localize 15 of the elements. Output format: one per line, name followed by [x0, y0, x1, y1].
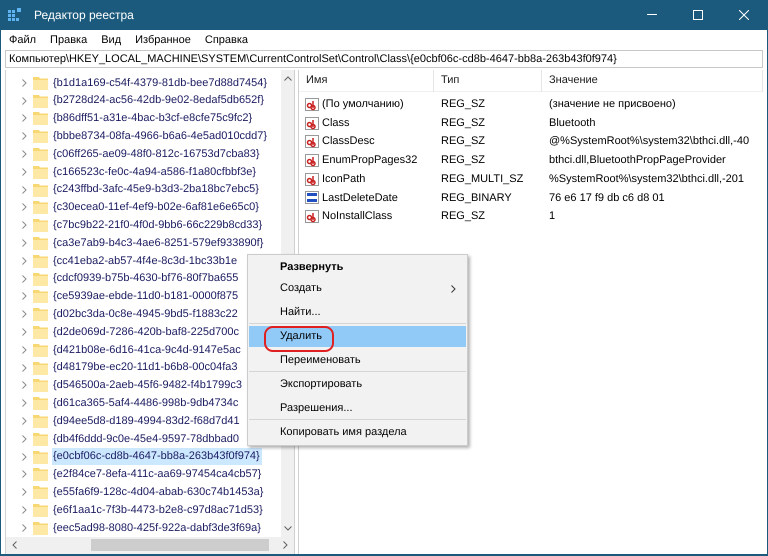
value-data: %SystemRoot%\system32\bthci.dll,-201 [549, 172, 744, 185]
window-title: Редактор реестра [34, 7, 134, 24]
value-type: REG_SZ [441, 210, 486, 222]
value-type: REG_MULTI_SZ [441, 172, 524, 185]
value-data: (значение не присвоено) [549, 98, 676, 110]
value-data: 76 e6 17 f9 db c6 d8 01 [549, 192, 665, 204]
value-data: bthci.dll,BluetoothPropPageProvider [549, 154, 726, 166]
value-type: REG_SZ [441, 135, 486, 148]
value-type: REG_SZ [441, 154, 486, 166]
value-data: @%SystemRoot%\system32\bthci.dll,-40 [549, 135, 750, 148]
value-type: REG_SZ [441, 116, 486, 129]
value-type: REG_SZ [441, 98, 486, 110]
value-type: REG_BINARY [441, 192, 512, 204]
value-data: Bluetooth [549, 116, 596, 129]
value-data: 1 [549, 210, 556, 222]
